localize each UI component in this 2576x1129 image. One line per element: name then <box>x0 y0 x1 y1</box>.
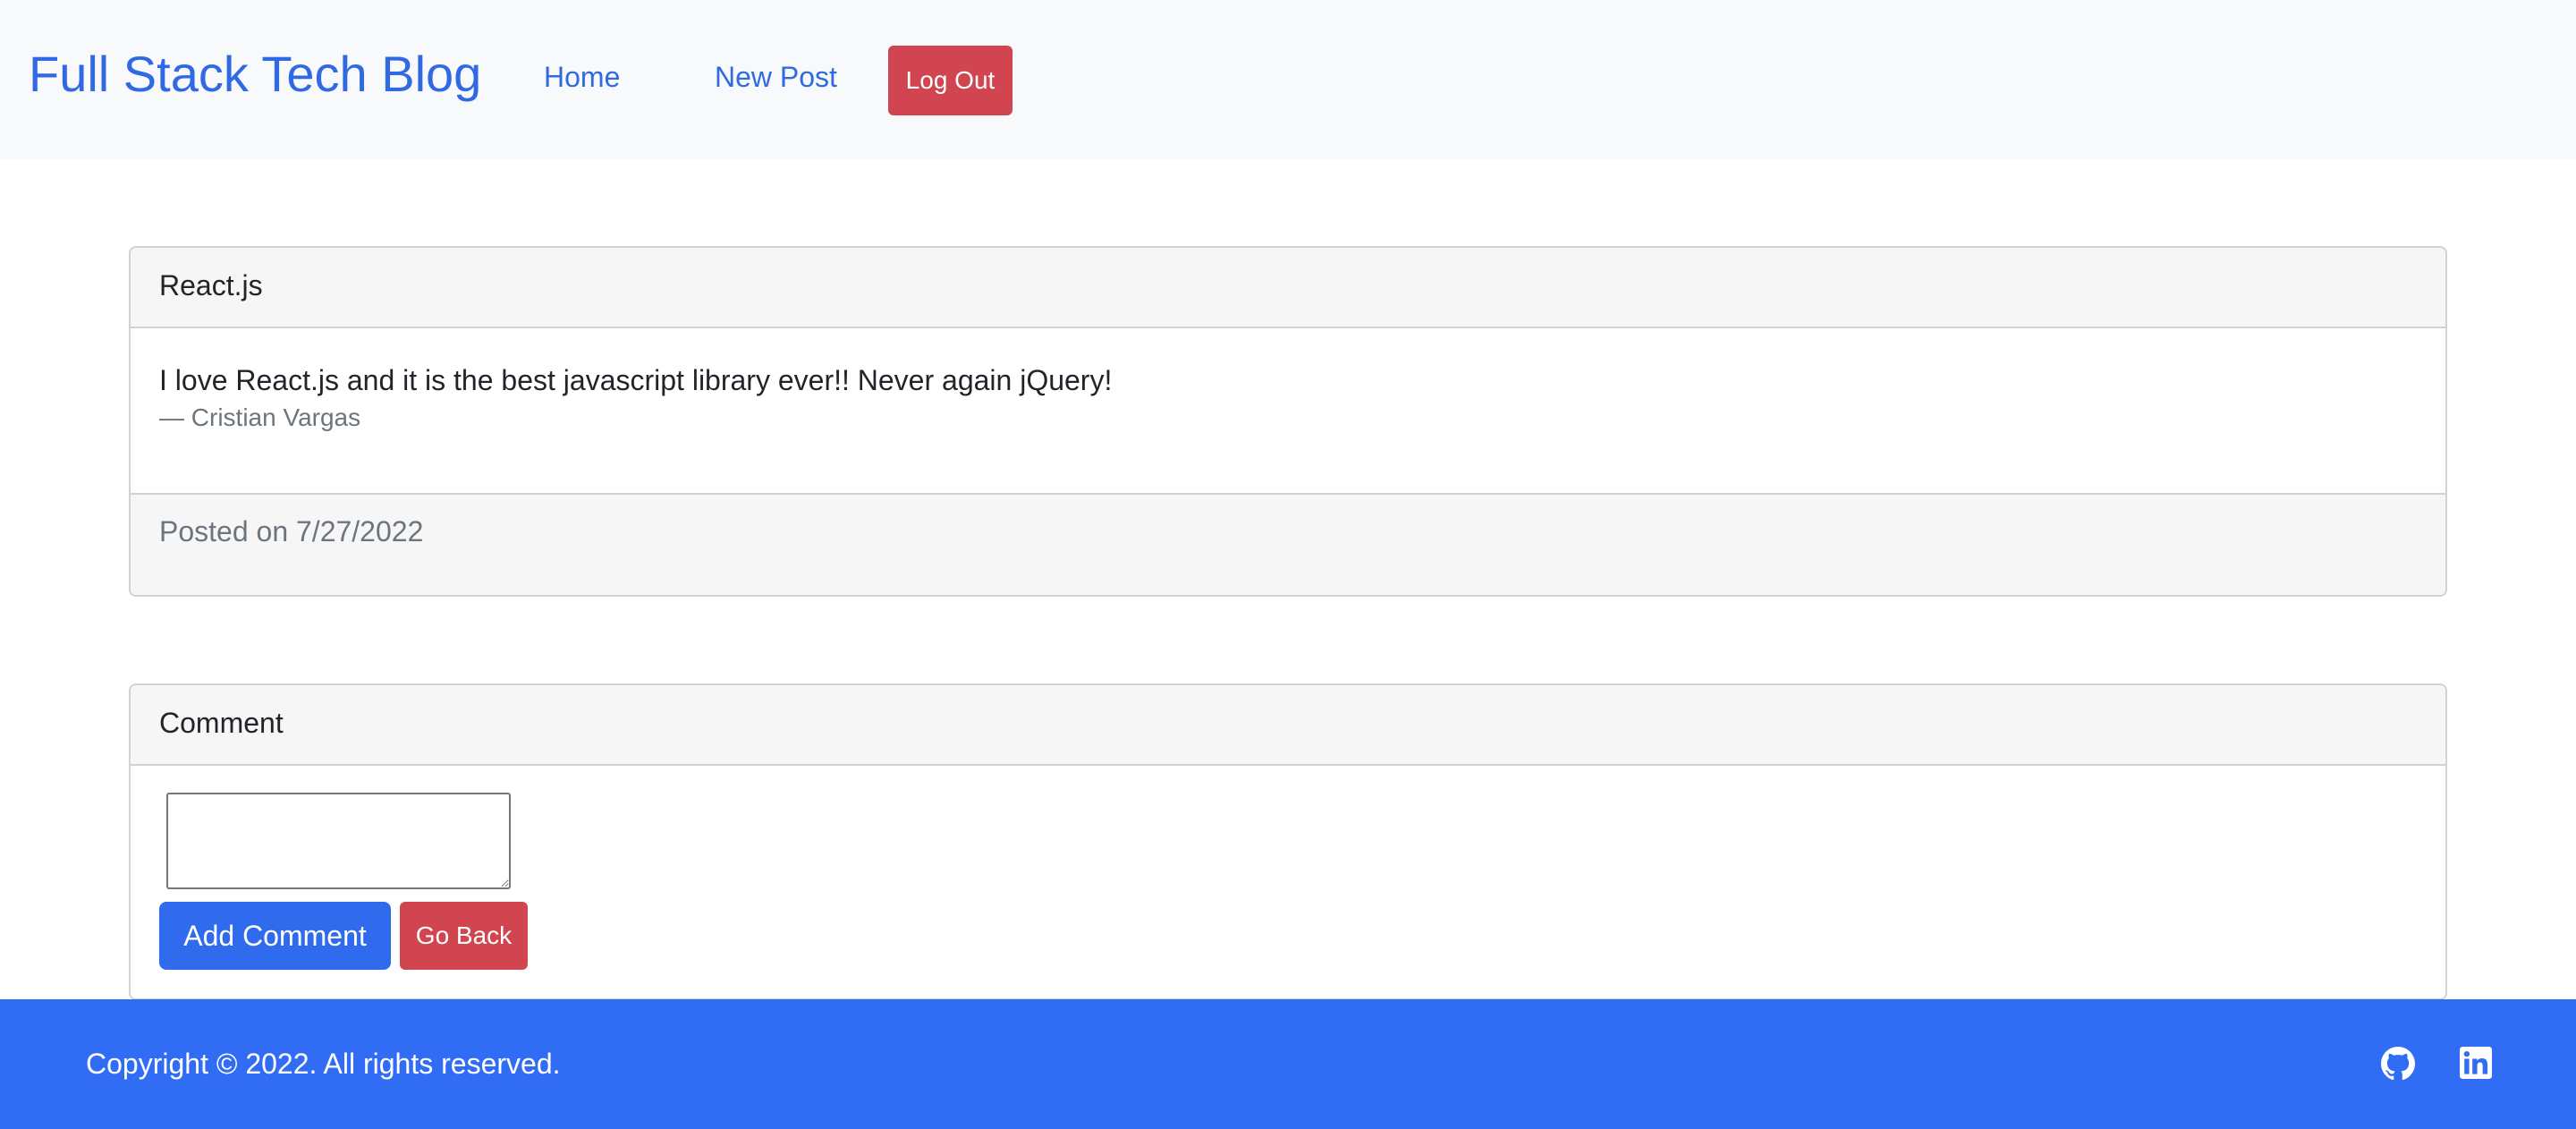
navbar: Full Stack Tech Blog Home New Post Log O… <box>0 0 2576 159</box>
add-comment-button[interactable]: Add Comment <box>159 902 391 970</box>
footer: Copyright © 2022. All rights reserved. <box>0 999 2576 1129</box>
comment-card: Comment Add Comment Go Back <box>129 683 2447 1000</box>
comment-card-header: Comment <box>131 685 2445 766</box>
comment-textarea[interactable] <box>166 793 511 889</box>
nav-link-new-post[interactable]: New Post <box>715 59 837 95</box>
nav-link-home[interactable]: Home <box>544 59 620 95</box>
copyright-text: Copyright © 2022. All rights reserved. <box>86 1048 561 1080</box>
post-card: React.js I love React.js and it is the b… <box>129 246 2447 597</box>
go-back-button[interactable]: Go Back <box>400 902 528 970</box>
github-icon[interactable] <box>2381 1047 2415 1081</box>
brand-link[interactable]: Full Stack Tech Blog <box>29 45 481 104</box>
linkedin-icon[interactable] <box>2460 1047 2494 1081</box>
logout-button[interactable]: Log Out <box>888 46 1013 115</box>
posted-on-date: Posted on 7/27/2022 <box>159 515 424 548</box>
post-body: I love React.js and it is the best javas… <box>159 364 1113 396</box>
post-title: React.js <box>159 269 263 301</box>
comment-header-title: Comment <box>159 707 284 739</box>
post-author: — Cristian Vargas <box>159 403 361 431</box>
post-card-footer: Posted on 7/27/2022 <box>131 493 2445 595</box>
post-card-header: React.js <box>131 248 2445 328</box>
